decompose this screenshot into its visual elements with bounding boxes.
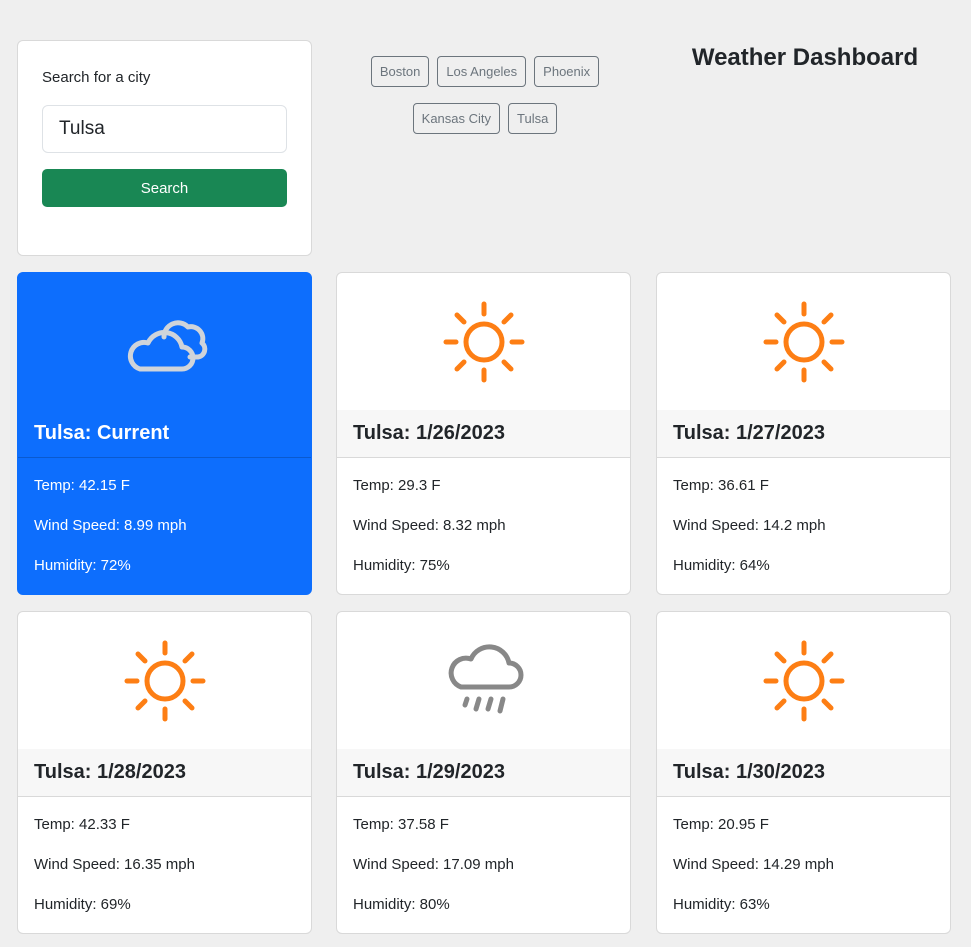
humidity-text: Humidity: 64% xyxy=(673,557,770,574)
temp-text: Temp: 20.95 F xyxy=(673,816,769,833)
sun-icon xyxy=(18,612,311,749)
sun-icon xyxy=(657,273,950,410)
card-header: Tulsa: 1/28/2023 xyxy=(18,749,311,797)
cloud-icon xyxy=(18,273,311,410)
search-button[interactable]: Search xyxy=(42,169,287,207)
weather-card-current: Tulsa: Current Temp: 42.15 F Wind Speed:… xyxy=(17,272,312,595)
humidity-text: Humidity: 75% xyxy=(353,557,450,574)
sun-icon xyxy=(337,273,630,410)
temp-text: Temp: 42.33 F xyxy=(34,816,130,833)
search-history: Boston Los Angeles Phoenix Kansas City T… xyxy=(340,56,630,134)
history-button-los-angeles[interactable]: Los Angeles xyxy=(437,56,527,87)
sun-icon xyxy=(657,612,950,749)
history-button-boston[interactable]: Boston xyxy=(370,56,430,87)
rain-icon xyxy=(337,612,630,749)
weather-card-day-1: Tulsa: 1/26/2023 Temp: 29.3 F Wind Speed… xyxy=(336,272,631,595)
city-search-input[interactable] xyxy=(42,105,287,153)
wind-speed-text: Wind Speed: 8.99 mph xyxy=(34,517,187,534)
card-header: Tulsa: 1/30/2023 xyxy=(657,749,950,797)
card-header: Tulsa: 1/26/2023 xyxy=(337,410,630,458)
wind-speed-text: Wind Speed: 17.09 mph xyxy=(353,856,514,873)
card-header: Tulsa: 1/29/2023 xyxy=(337,749,630,797)
temp-text: Temp: 29.3 F xyxy=(353,477,441,494)
weather-card-day-2: Tulsa: 1/27/2023 Temp: 36.61 F Wind Spee… xyxy=(656,272,951,595)
humidity-text: Humidity: 72% xyxy=(34,557,131,574)
search-card: Search for a city Search xyxy=(17,40,312,256)
wind-speed-text: Wind Speed: 8.32 mph xyxy=(353,517,506,534)
card-body: Temp: 42.15 F Wind Speed: 8.99 mph Humid… xyxy=(34,458,294,586)
temp-text: Temp: 42.15 F xyxy=(34,477,130,494)
weather-card-day-4: Tulsa: 1/29/2023 Temp: 37.58 F Wind Spee… xyxy=(336,611,631,934)
history-button-phoenix[interactable]: Phoenix xyxy=(534,56,600,87)
card-header: Tulsa: Current xyxy=(18,410,311,458)
temp-text: Temp: 36.61 F xyxy=(673,477,769,494)
wind-speed-text: Wind Speed: 14.2 mph xyxy=(673,517,826,534)
wind-speed-text: Wind Speed: 14.29 mph xyxy=(673,856,834,873)
wind-speed-text: Wind Speed: 16.35 mph xyxy=(34,856,195,873)
card-body: Temp: 29.3 F Wind Speed: 8.32 mph Humidi… xyxy=(353,458,613,586)
card-header: Tulsa: 1/27/2023 xyxy=(657,410,950,458)
temp-text: Temp: 37.58 F xyxy=(353,816,449,833)
humidity-text: Humidity: 69% xyxy=(34,896,131,913)
card-body: Temp: 36.61 F Wind Speed: 14.2 mph Humid… xyxy=(673,458,933,586)
card-body: Temp: 37.58 F Wind Speed: 17.09 mph Humi… xyxy=(353,797,613,925)
search-label: Search for a city xyxy=(42,69,151,86)
history-button-tulsa[interactable]: Tulsa xyxy=(508,103,558,134)
humidity-text: Humidity: 63% xyxy=(673,896,770,913)
weather-card-day-3: Tulsa: 1/28/2023 Temp: 42.33 F Wind Spee… xyxy=(17,611,312,934)
page-title: Weather Dashboard xyxy=(691,44,919,71)
card-body: Temp: 20.95 F Wind Speed: 14.29 mph Humi… xyxy=(673,797,933,925)
weather-card-day-5: Tulsa: 1/30/2023 Temp: 20.95 F Wind Spee… xyxy=(656,611,951,934)
history-button-kansas-city[interactable]: Kansas City xyxy=(412,103,501,134)
card-body: Temp: 42.33 F Wind Speed: 16.35 mph Humi… xyxy=(34,797,294,925)
humidity-text: Humidity: 80% xyxy=(353,896,450,913)
